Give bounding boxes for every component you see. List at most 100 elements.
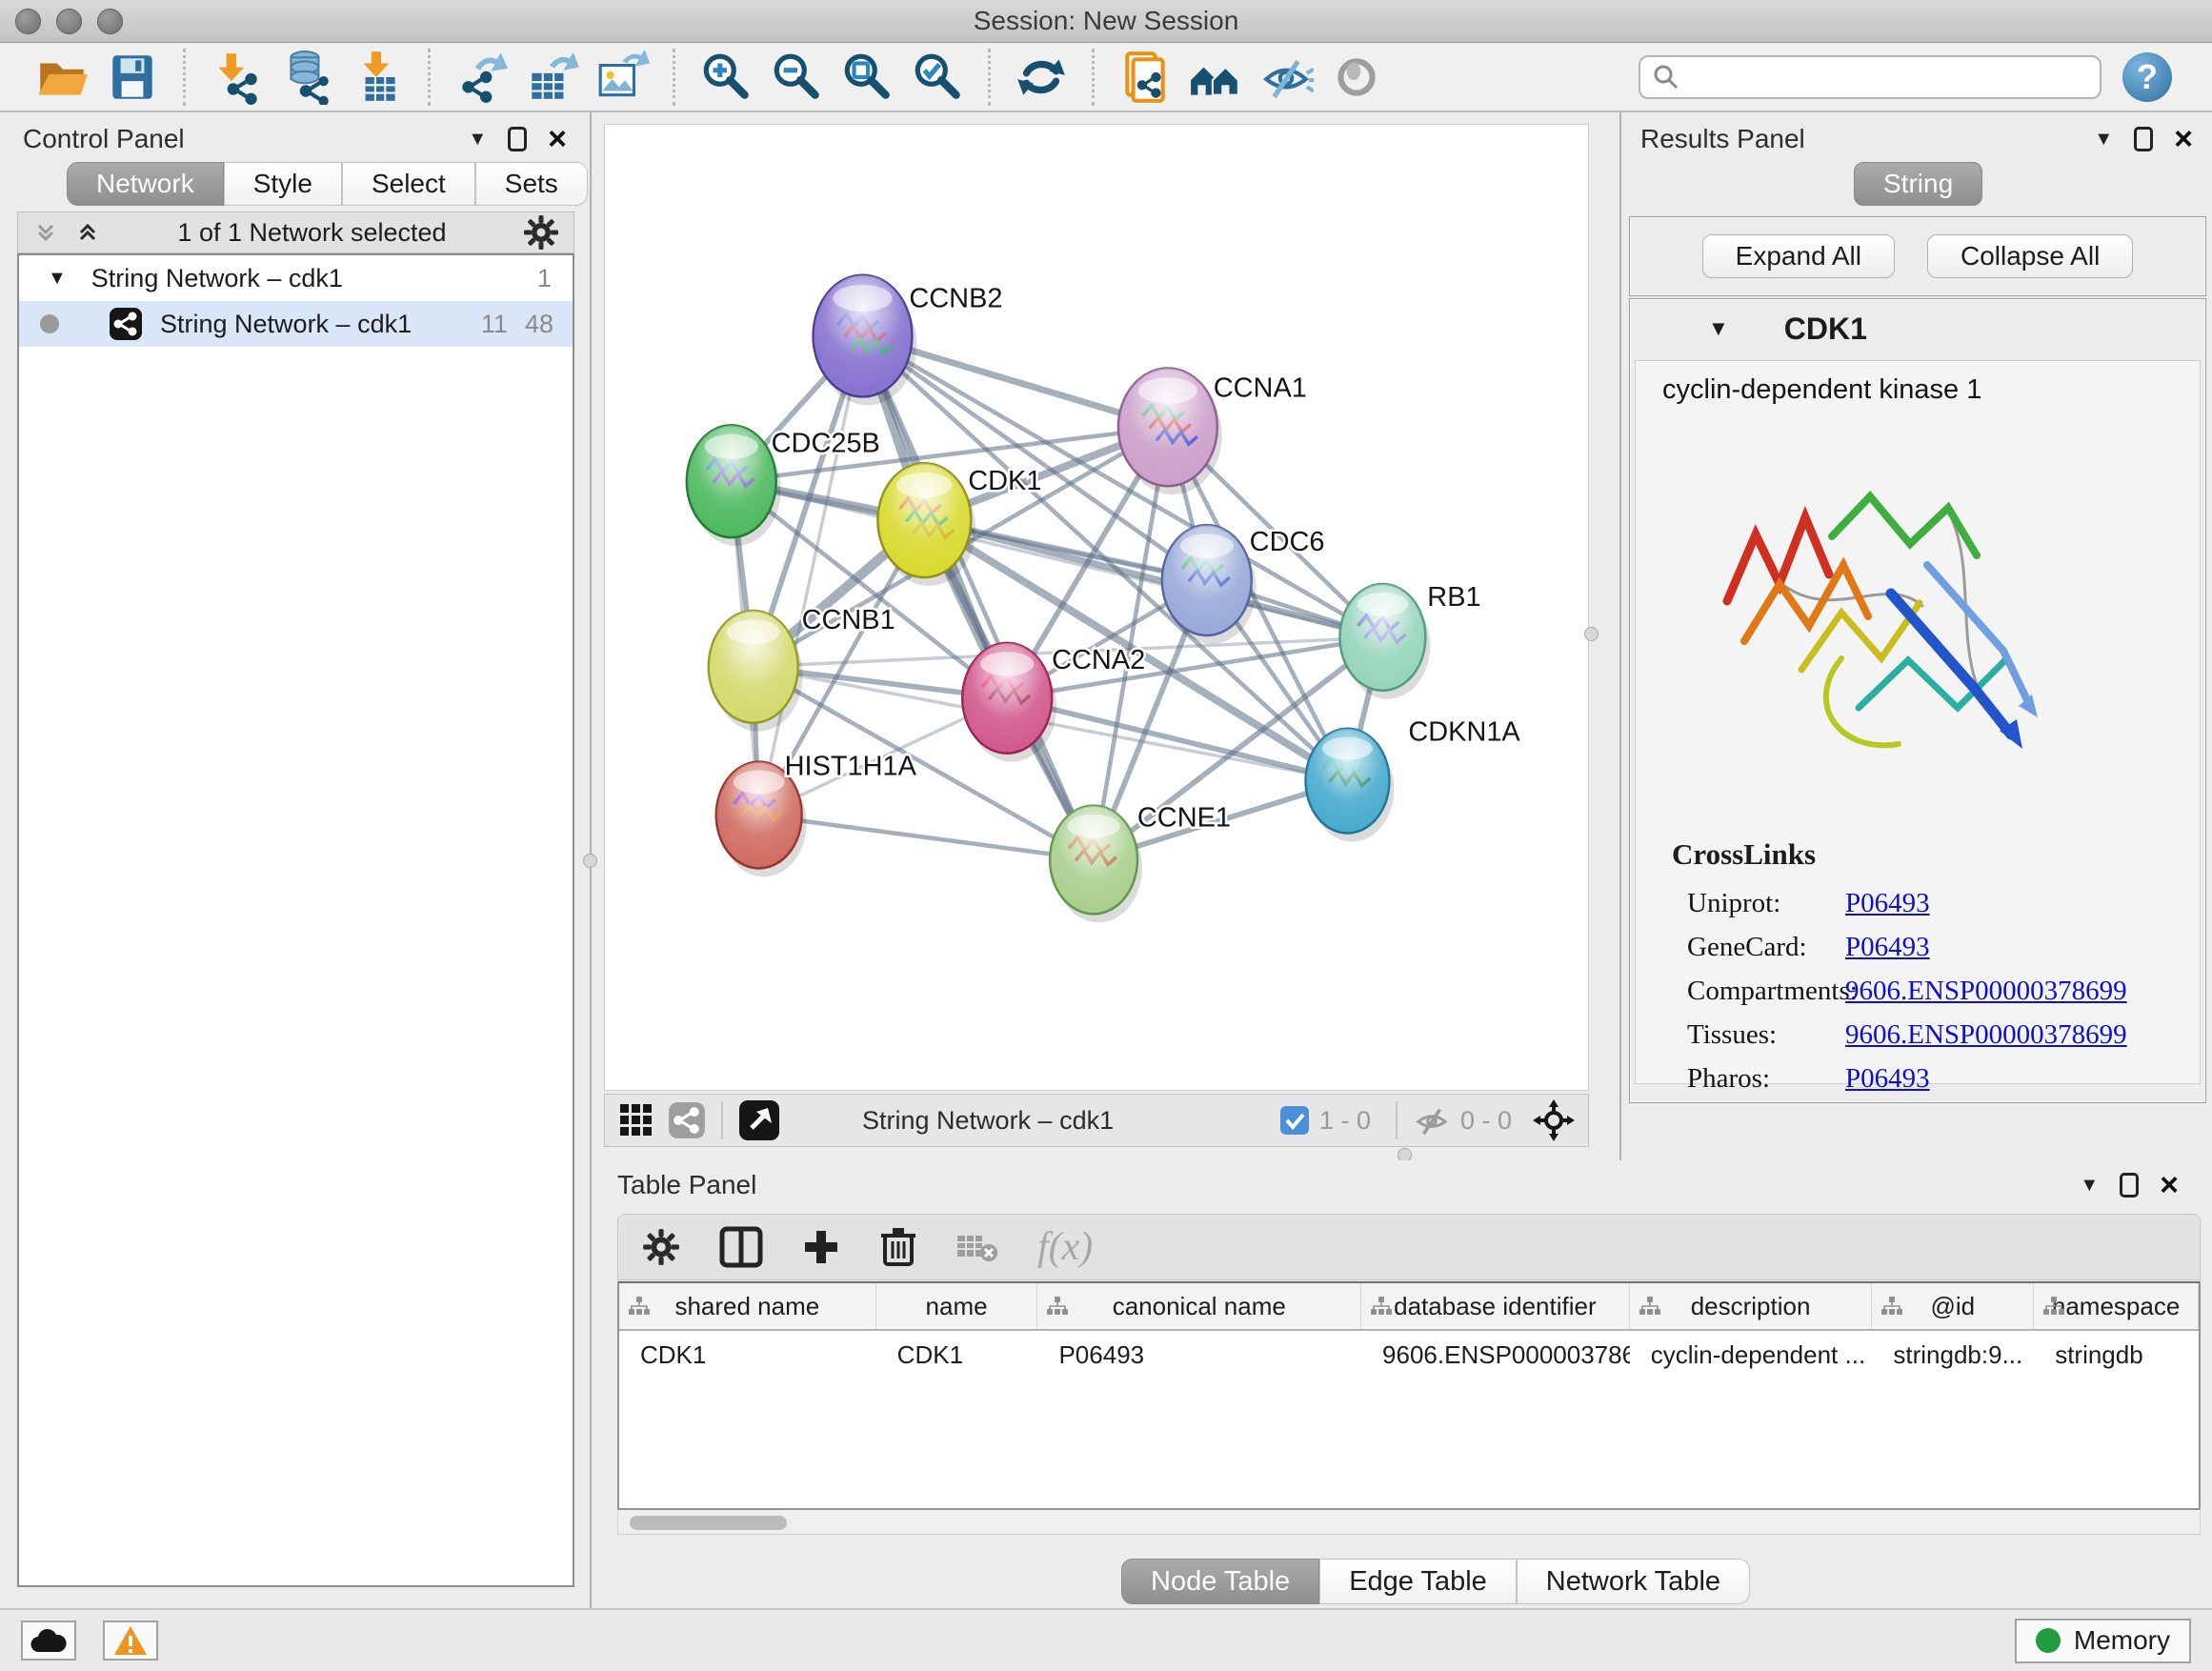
cloud-button[interactable] [21,1621,76,1661]
table-cell[interactable]: 9606.ENSP00000378699 [1361,1331,1630,1379]
toolbar-search[interactable] [1639,55,2101,99]
close-panel-icon[interactable]: × [548,127,567,151]
column-header-namespace[interactable]: namespace [2034,1283,2199,1329]
panel-menu-icon[interactable]: ▼ [2094,129,2113,151]
splitter-handle[interactable] [1584,627,1599,641]
zoom-in-icon[interactable] [696,48,755,107]
column-header-description[interactable]: description [1630,1283,1873,1329]
network-edge-HIST1H1A-CCNE1[interactable] [759,815,1094,860]
crosslink-link[interactable]: P06493 [1845,932,1930,963]
memory-button[interactable]: Memory [2015,1619,2191,1663]
splitter-handle[interactable] [583,854,597,868]
gear-icon[interactable] [522,213,560,252]
close-panel-icon[interactable]: × [2174,127,2193,151]
entry-header[interactable]: ▼ CDK1 [1630,299,2205,358]
level-of-detail-icon[interactable] [1327,48,1386,107]
open-session-icon[interactable] [32,48,91,107]
network-label: String Network – cdk1 [160,310,412,339]
selected-checkbox-icon[interactable] [1279,1105,1310,1136]
tab-node-table[interactable]: Node Table [1121,1559,1319,1604]
tab-string[interactable]: String [1854,162,1982,206]
float-panel-icon[interactable] [2134,127,2153,151]
panel-menu-icon[interactable]: ▼ [468,129,487,151]
collection-label: String Network – cdk1 [91,264,343,293]
function-builder-icon[interactable]: f(x) [1037,1224,1093,1270]
show-columns-icon[interactable] [719,1226,763,1268]
search-input[interactable] [1680,62,2088,91]
import-network-file-icon[interactable] [207,48,266,107]
tab-select[interactable]: Select [342,162,475,206]
scrollbar-thumb[interactable] [630,1516,787,1530]
float-panel-icon[interactable] [2120,1173,2139,1198]
refresh-view-icon[interactable] [1012,48,1071,107]
tab-network[interactable]: Network [67,162,224,206]
network-row[interactable]: String Network – cdk1 11 48 [19,301,573,347]
delete-table-icon[interactable] [955,1230,999,1264]
network-node-CDKN1A[interactable] [1306,729,1395,842]
tree-expander-icon[interactable]: ▼ [48,268,67,290]
houses-icon[interactable] [1186,48,1245,107]
table-cell[interactable]: CDK1 [876,1331,1038,1379]
column-header-canonical-name[interactable]: canonical name [1037,1283,1361,1329]
float-panel-icon[interactable] [508,127,527,151]
network-node-CCNA2[interactable] [962,643,1056,762]
expand-all-button[interactable]: Expand All [1702,234,1895,278]
first-neighbors-icon[interactable] [1116,48,1175,107]
table-cell[interactable]: CDK1 [619,1331,876,1379]
column-header-@id[interactable]: @id [1872,1283,2034,1329]
birdseye-grid-icon[interactable] [618,1102,654,1138]
horizontal-scrollbar[interactable] [617,1512,2201,1535]
network-edge-CCNB2-HIST1H1A[interactable] [759,336,863,815]
crosslink-link[interactable]: 9606.ENSP00000378699 [1845,1019,2127,1051]
column-header-database-identifier[interactable]: database identifier [1361,1283,1630,1329]
tab-style[interactable]: Style [224,162,342,206]
table-row[interactable]: CDK1CDK1P064939606.ENSP00000378699cyclin… [619,1331,2199,1379]
collapse-entry-icon[interactable]: ▼ [1708,316,1729,341]
network-node-CCNB1[interactable] [709,611,803,732]
network-node-CDK1[interactable] [877,463,975,586]
save-session-icon[interactable] [103,48,162,107]
fit-selected-crosshair-icon[interactable] [1533,1099,1575,1141]
column-header-shared-name[interactable]: shared name [619,1283,876,1329]
collapse-all-button[interactable]: Collapse All [1927,234,2133,278]
network-collection-row[interactable]: ▼ String Network – cdk1 1 [19,255,573,301]
network-canvas[interactable]: CCNB2CCNA1CDC25BCDK1CDC6RB1CCNB1CCNA2CDK… [604,124,1589,1091]
import-table-icon[interactable] [348,48,407,107]
add-column-icon[interactable] [801,1227,841,1267]
export-image-icon[interactable] [593,48,652,107]
collapse-all-icon[interactable] [31,218,60,247]
table-cell[interactable]: P06493 [1037,1331,1361,1379]
column-header-name[interactable]: name [876,1283,1038,1329]
window-title: Session: New Session [0,6,2212,36]
network-node-CCNA1[interactable] [1118,368,1222,494]
delete-column-icon[interactable] [879,1226,917,1268]
tab-edge-table[interactable]: Edge Table [1319,1559,1517,1604]
network-node-CCNE1[interactable] [1050,806,1142,923]
tab-sets[interactable]: Sets [475,162,588,206]
panel-menu-icon[interactable]: ▼ [2080,1175,2099,1197]
expand-all-icon[interactable] [73,218,102,247]
open-in-new-window-icon[interactable] [738,1099,780,1141]
zoom-out-icon[interactable] [767,48,826,107]
help-icon[interactable]: ? [2122,52,2172,102]
hidden-eye-icon[interactable] [1413,1101,1451,1139]
import-network-database-icon[interactable] [277,48,336,107]
crosslink-link[interactable]: P06493 [1845,1063,1930,1095]
zoom-selected-icon[interactable] [908,48,967,107]
warnings-button[interactable] [103,1621,158,1661]
table-cell[interactable]: stringdb [2034,1331,2199,1379]
crosslink-link[interactable]: 9606.ENSP00000378699 [1845,976,2127,1007]
table-cell[interactable]: cyclin-dependent ... [1630,1331,1873,1379]
tab-network-table[interactable]: Network Table [1517,1559,1750,1604]
table-gear-icon[interactable] [641,1227,681,1267]
table-cell[interactable]: stringdb:9... [1872,1331,2034,1379]
network-node-RB1[interactable] [1339,584,1430,699]
export-network-icon[interactable] [452,48,511,107]
zoom-fit-icon[interactable] [837,48,896,107]
string-panel-icon[interactable] [668,1101,706,1139]
close-panel-icon[interactable]: × [2160,1173,2179,1198]
show-hide-graphics-icon[interactable] [1257,48,1316,107]
network-node-CCNB2[interactable] [814,275,917,406]
export-table-icon[interactable] [522,48,581,107]
crosslink-link[interactable]: P06493 [1845,888,1930,919]
